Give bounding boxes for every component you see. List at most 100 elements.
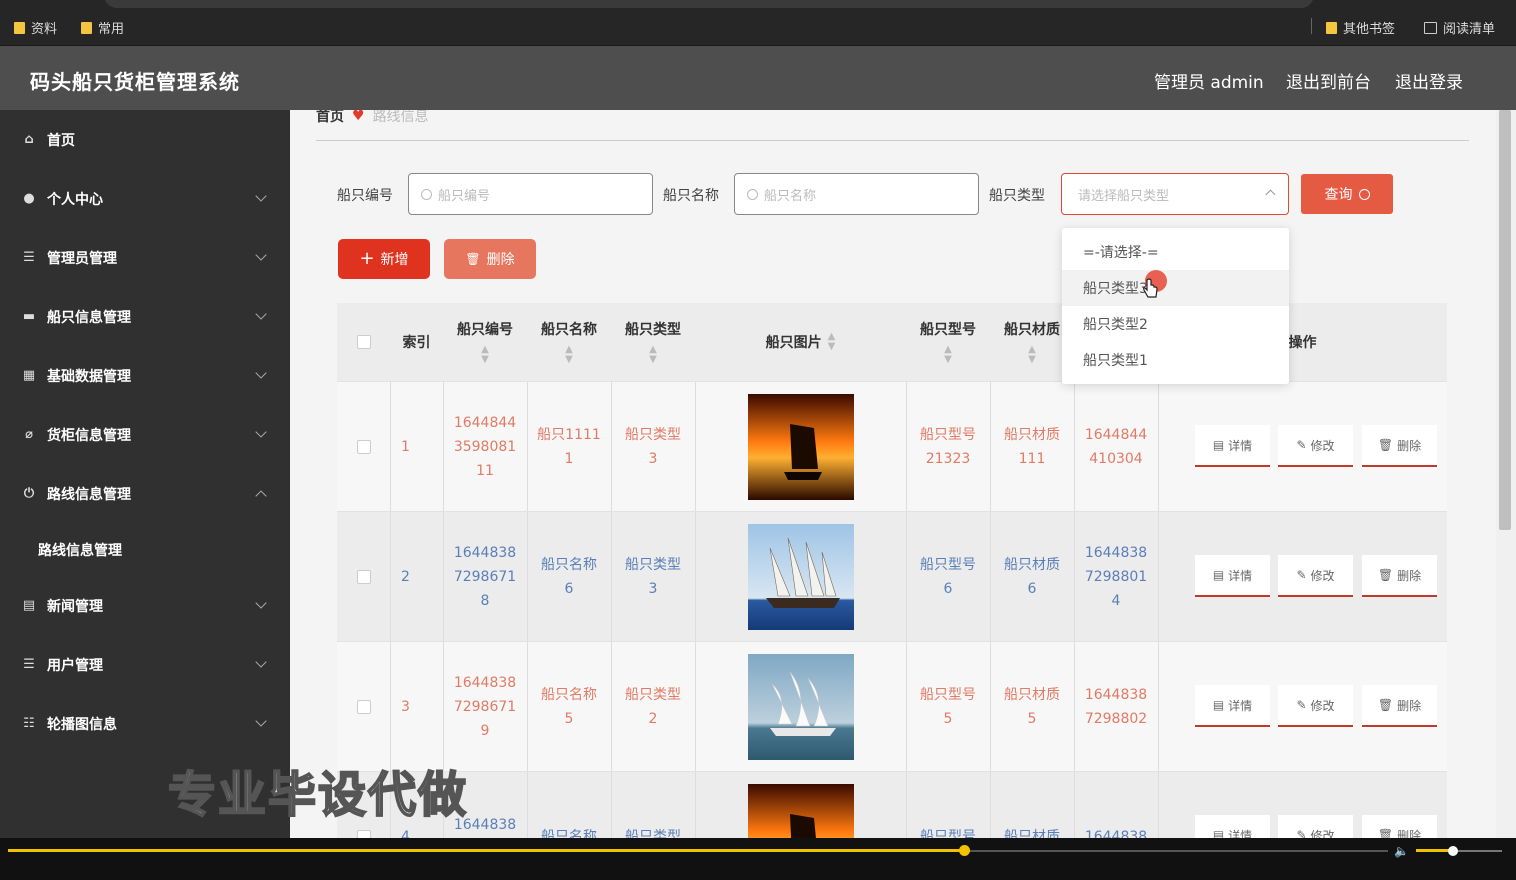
sidebar-item-profile[interactable]: ● 个人中心: [0, 179, 290, 219]
column-divider: [443, 512, 444, 641]
sidebar-item-home[interactable]: ⌂ 首页: [0, 120, 290, 160]
progress-knob[interactable]: [959, 845, 970, 856]
th-name[interactable]: 船只名称 ▲ ▼: [527, 303, 611, 381]
row-ship-type: 船只类型2: [625, 687, 681, 727]
edit-button[interactable]: ✎ 修改: [1278, 685, 1353, 727]
sidebar-item-admins[interactable]: ☰ 管理员管理: [0, 238, 290, 278]
app-header: 码头船只货柜管理系统 管理员 admin 退出到前台 退出登录: [0, 46, 1516, 110]
volume-icon[interactable]: 🔈: [1394, 844, 1409, 858]
users-icon: ☰: [23, 657, 35, 672]
sidebar-item-news[interactable]: ▤ 新闻管理: [0, 586, 290, 626]
reading-list[interactable]: 阅读清单: [1424, 18, 1495, 37]
row-delete-button[interactable]: 🗑 删除: [1362, 555, 1437, 597]
ship-icon: ▬: [22, 309, 36, 324]
breadcrumb-current: 路线信息: [372, 110, 429, 125]
sort-icon[interactable]: ▲ ▼: [1028, 345, 1036, 365]
sort-icon[interactable]: ▲ ▼: [649, 345, 657, 365]
th-image[interactable]: 船只图片 ▲ ▼: [695, 303, 906, 381]
breadcrumb-home[interactable]: 首页: [316, 110, 344, 126]
ship-type-select[interactable]: 请选择船只类型: [1061, 173, 1289, 215]
row-ship-material: 船只材质5: [1004, 687, 1060, 727]
dropdown-option[interactable]: 船只类型1: [1062, 342, 1289, 378]
list-icon: ☰: [23, 250, 35, 265]
sidebar-item-ships[interactable]: ▬ 船只信息管理: [0, 297, 290, 337]
sort-icon[interactable]: ▲ ▼: [944, 345, 952, 365]
column-divider: [611, 382, 612, 511]
detail-label: 详情: [1228, 698, 1253, 713]
scrollbar-thumb[interactable]: [1499, 110, 1511, 530]
th-index-label: 索引: [402, 335, 431, 351]
detail-button[interactable]: ▤ 详情: [1195, 425, 1270, 467]
sidebar-item-containers[interactable]: ⌀ 货柜信息管理: [0, 415, 290, 455]
select-all-checkbox[interactable]: [356, 335, 371, 349]
th-type[interactable]: 船只类型 ▲ ▼: [611, 303, 695, 381]
sidebar-item-carousel[interactable]: ☷ 轮播图信息: [0, 704, 290, 744]
chevron-down-icon: [255, 656, 267, 668]
row-select-cell: [337, 642, 390, 772]
sort-icon[interactable]: ▲ ▼: [828, 332, 836, 352]
address-bar[interactable]: [104, 0, 1314, 8]
sidebar-item-users[interactable]: ☰ 用户管理: [0, 645, 290, 685]
sort-icon[interactable]: ▲ ▼: [481, 345, 489, 365]
sidebar-item-label: 管理员管理: [47, 251, 117, 267]
dropdown-option[interactable]: 船只类型2: [1062, 306, 1289, 342]
batch-delete-button[interactable]: 🗑 删除: [444, 239, 536, 279]
ship-image-blue-sea[interactable]: [747, 524, 854, 630]
query-button[interactable]: 查询: [1301, 174, 1393, 214]
select-all-cell: [337, 303, 390, 381]
sort-icon[interactable]: ▲ ▼: [565, 345, 573, 365]
edit-button[interactable]: ✎ 修改: [1278, 555, 1353, 597]
dropdown-option[interactable]: 船只类型3: [1062, 270, 1289, 306]
row-checkbox[interactable]: [356, 830, 371, 838]
admin-link[interactable]: 管理员 admin: [1154, 68, 1264, 93]
sidebar-item-basedata[interactable]: ▦ 基础数据管理: [0, 356, 290, 396]
ship-image-white-sail[interactable]: [747, 654, 854, 760]
chevron-down-icon: [255, 249, 267, 261]
row-ship-name: 船只11111: [537, 427, 601, 467]
breadcrumb-divider: [316, 140, 1469, 141]
bookmark-other[interactable]: 其他书签: [1326, 18, 1395, 37]
detail-button[interactable]: ▤ 详情: [1195, 815, 1270, 838]
row-delete-button[interactable]: 🗑 删除: [1362, 685, 1437, 727]
ship-image-sunset[interactable]: [747, 784, 854, 838]
bookmark-folder-ziliao[interactable]: 资料: [14, 18, 57, 37]
row-checkbox[interactable]: [356, 570, 371, 584]
ship-image-sunset[interactable]: [747, 394, 854, 500]
th-id[interactable]: 船只编号 ▲ ▼: [443, 303, 527, 381]
folder-icon: [14, 21, 25, 34]
row-delete-button[interactable]: 🗑 删除: [1362, 815, 1437, 838]
dropdown-option[interactable]: =-请选择-=: [1062, 234, 1289, 270]
detail-button[interactable]: ▤ 详情: [1195, 555, 1270, 597]
row-checkbox[interactable]: [356, 440, 371, 454]
ship-id-input[interactable]: 船只编号: [408, 173, 653, 215]
volume-knob[interactable]: [1448, 846, 1458, 856]
column-divider: [443, 642, 444, 771]
th-ops-label: 操作: [1288, 335, 1317, 351]
ship-name-input[interactable]: 船只名称: [734, 173, 979, 215]
add-button[interactable]: + 新增: [338, 239, 430, 279]
column-divider: [443, 382, 444, 511]
row-checkbox[interactable]: [356, 700, 371, 714]
edit-button[interactable]: ✎ 修改: [1278, 815, 1353, 838]
th-id-label: 船只编号: [457, 322, 513, 338]
video-player-bar: 🔈: [0, 838, 1516, 880]
row-delete-button[interactable]: 🗑 删除: [1362, 425, 1437, 467]
row-extra: 1644844410304: [1084, 427, 1148, 467]
detail-button[interactable]: ▤ 详情: [1195, 685, 1270, 727]
page-scrollbar[interactable]: [1496, 110, 1516, 838]
th-model[interactable]: 船只型号 ▲ ▼: [906, 303, 990, 381]
column-divider: [611, 512, 612, 641]
submenu-route-manage[interactable]: 路线信息管理: [38, 540, 122, 560]
column-divider: [390, 382, 391, 511]
th-type-label: 船只类型: [625, 322, 681, 338]
back-to-front-link[interactable]: 退出到前台: [1286, 68, 1371, 93]
row-extra: 1644838: [1084, 829, 1148, 838]
column-divider: [906, 642, 907, 771]
edit-button[interactable]: ✎ 修改: [1278, 425, 1353, 467]
logout-link[interactable]: 退出登录: [1395, 68, 1463, 93]
pencil-icon: ✎: [1296, 568, 1307, 582]
query-label: 查询: [1324, 187, 1353, 203]
bookmark-folder-changyong[interactable]: 常用: [81, 18, 124, 37]
sidebar-item-routes[interactable]: ⏻ 路线信息管理: [0, 474, 290, 514]
column-divider: [1074, 642, 1075, 771]
